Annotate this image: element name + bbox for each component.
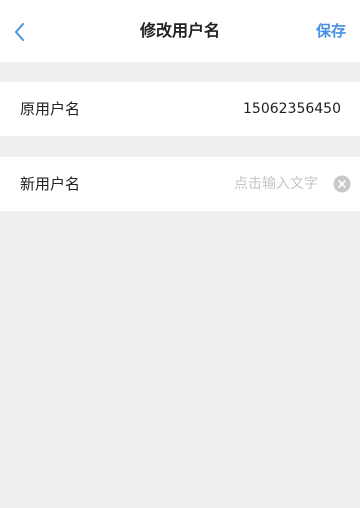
clear-input-button[interactable] xyxy=(333,175,351,193)
clear-circle-icon xyxy=(333,175,351,193)
page-title: 修改用户名 xyxy=(139,21,220,40)
old-username-label: 原用户名 xyxy=(20,100,81,118)
new-username-input[interactable] xyxy=(168,171,318,197)
navigation-bar: 修改用户名 保存 xyxy=(0,0,360,62)
old-username-value: 15062356450 xyxy=(243,101,341,117)
new-username-label: 新用户名 xyxy=(20,175,81,193)
old-username-row: 原用户名 15062356450 xyxy=(0,82,360,136)
save-button[interactable]: 保存 xyxy=(316,19,346,43)
new-username-row: 新用户名 xyxy=(0,157,360,211)
